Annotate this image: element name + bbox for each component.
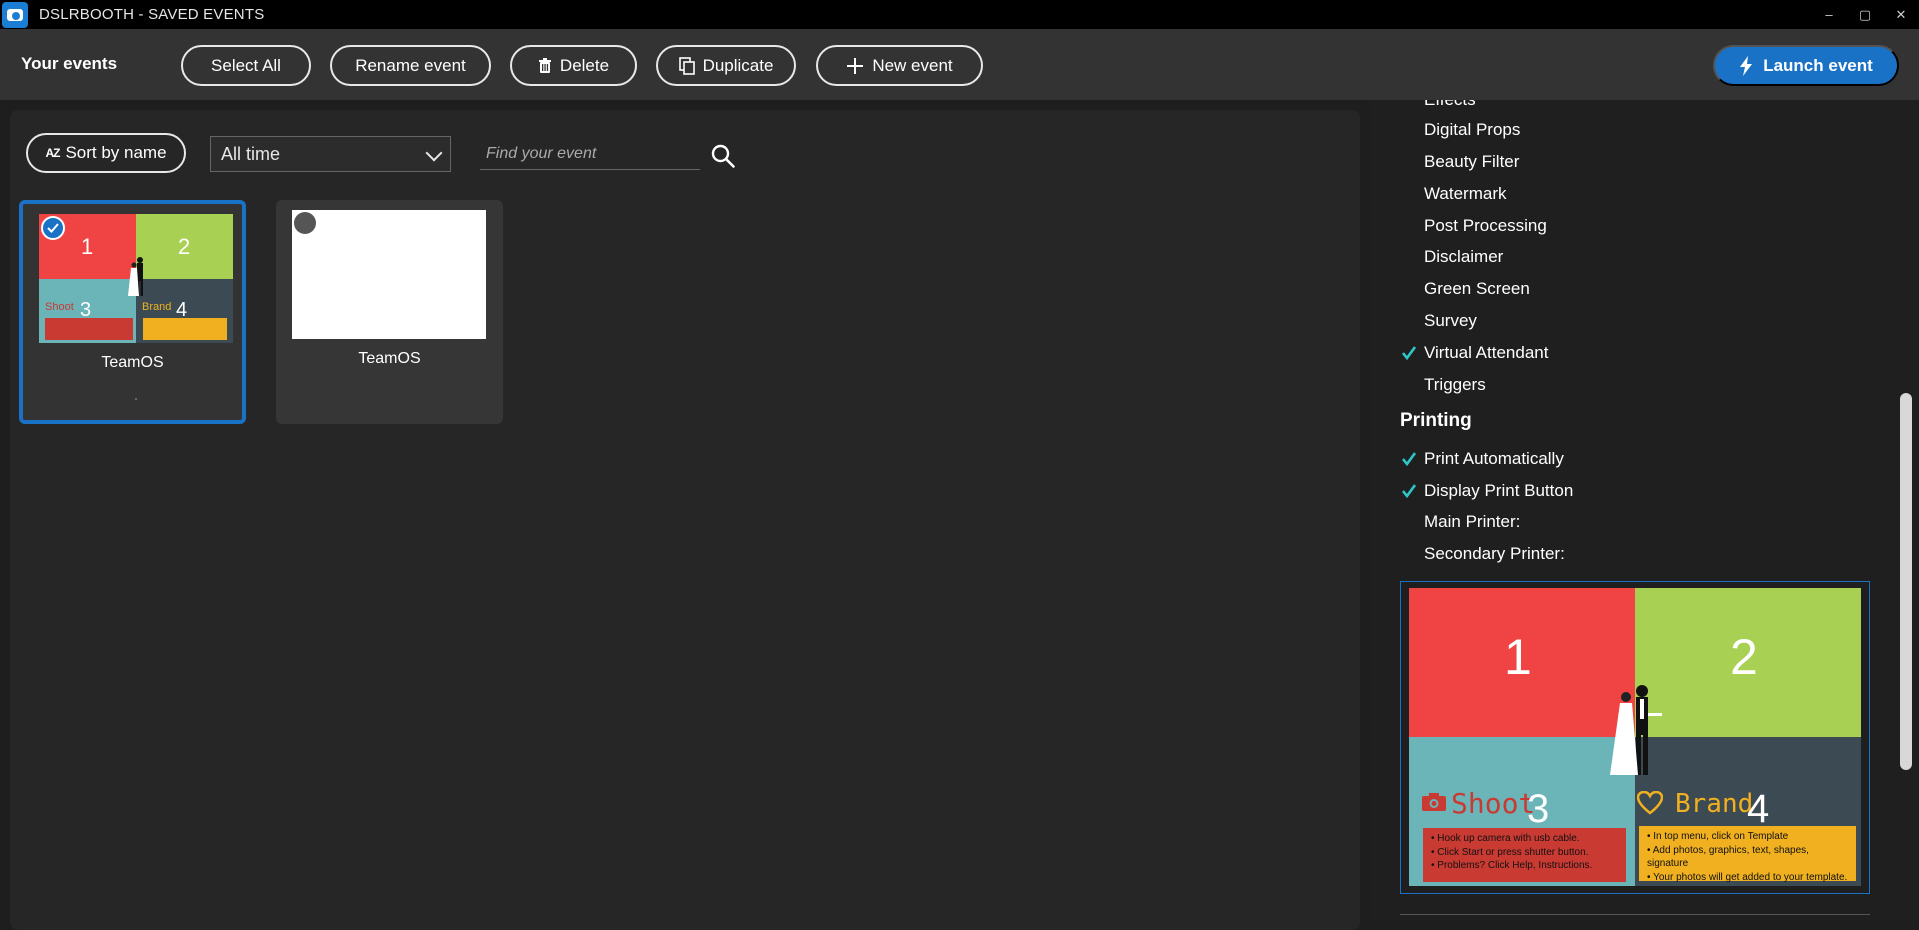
quadrant-number: 2 bbox=[1730, 629, 1758, 685]
selected-check-icon[interactable] bbox=[41, 216, 65, 240]
feature-effects: Effects bbox=[1424, 100, 1476, 110]
feature-triggers: Triggers bbox=[1424, 375, 1486, 394]
trash-icon bbox=[538, 57, 551, 73]
brand-label: Brand bbox=[1675, 789, 1754, 819]
maximize-button[interactable]: ▢ bbox=[1847, 0, 1883, 29]
card-divider-dot bbox=[135, 398, 137, 400]
sort-by-name-button[interactable]: AZ Sort by name bbox=[26, 133, 186, 173]
delete-button[interactable]: Delete bbox=[510, 45, 637, 86]
time-filter-dropdown[interactable]: All time bbox=[210, 136, 451, 172]
quadrant-number: 1 bbox=[81, 234, 94, 259]
feature-post-processing: Post Processing bbox=[1424, 216, 1547, 235]
printing-display-print-button: Display Print Button bbox=[1424, 481, 1574, 500]
duplicate-button[interactable]: Duplicate bbox=[656, 45, 796, 86]
feature-watermark: Watermark bbox=[1424, 184, 1507, 203]
duplicate-icon bbox=[678, 56, 695, 75]
quadrant-number: 3 bbox=[1527, 787, 1550, 831]
window-controls: – ▢ ✕ bbox=[1811, 0, 1919, 29]
brand-info-box bbox=[143, 318, 227, 340]
quadrant-number: 2 bbox=[178, 234, 191, 259]
new-event-label: New event bbox=[872, 55, 953, 75]
quadrant-number: 1 bbox=[1504, 629, 1532, 685]
unselected-radio-icon[interactable] bbox=[294, 212, 316, 234]
shoot-info-box: • Hook up camera with usb cable. • Click… bbox=[1423, 828, 1626, 882]
brand-info-line: • Your photos will get added to your tem… bbox=[1647, 871, 1848, 883]
section-title: Your events bbox=[21, 54, 118, 73]
event-thumbnail-blank bbox=[292, 210, 486, 339]
feature-survey: Survey bbox=[1424, 311, 1477, 330]
events-panel: AZ Sort by name All time 1 2 3 Shoot 4 B… bbox=[10, 110, 1360, 930]
event-thumbnail: 1 2 3 Shoot 4 Brand bbox=[39, 214, 233, 343]
couple-figure-icon bbox=[128, 257, 143, 296]
time-filter-value: All time bbox=[221, 143, 281, 164]
feature-digital-props: Digital Props bbox=[1424, 120, 1521, 139]
printing-print-automatically: Print Automatically bbox=[1424, 449, 1564, 468]
template-preview-small: 1 2 3 Shoot 4 Brand bbox=[39, 214, 233, 343]
shoot-info-box bbox=[45, 318, 133, 340]
duplicate-label: Duplicate bbox=[702, 55, 774, 75]
event-card[interactable]: TeamOS bbox=[276, 200, 503, 424]
event-settings-panel: Effects Digital Props Beauty Filter Wate… bbox=[1370, 100, 1919, 921]
settings-scrollbar[interactable] bbox=[1900, 393, 1912, 770]
event-name: TeamOS bbox=[101, 354, 164, 371]
checkmark-icon bbox=[1402, 346, 1416, 360]
shoot-info-line: • Hook up camera with usb cable. bbox=[1431, 833, 1580, 844]
maximize-icon: ▢ bbox=[1858, 6, 1872, 22]
brand-label: Brand bbox=[142, 300, 172, 313]
feature-green-screen: Green Screen bbox=[1424, 279, 1530, 298]
printing-secondary-printer: Secondary Printer: bbox=[1424, 544, 1565, 563]
feature-disclaimer: Disclaimer bbox=[1424, 247, 1504, 266]
chevron-down-icon bbox=[425, 144, 443, 162]
minimize-button[interactable]: – bbox=[1811, 0, 1847, 29]
brand-info-box: • In top menu, click on Template • Add p… bbox=[1639, 826, 1856, 883]
shoot-info-line: • Problems? Click Help, Instructions. bbox=[1431, 860, 1593, 871]
checkmark-icon bbox=[1402, 452, 1416, 466]
shoot-info-line: • Click Start or press shutter button. bbox=[1431, 846, 1589, 858]
launch-event-label: Launch event bbox=[1763, 55, 1873, 75]
new-event-button[interactable]: New event bbox=[816, 45, 983, 86]
delete-label: Delete bbox=[559, 55, 610, 75]
template-quadrant-2: 2 bbox=[1635, 588, 1861, 737]
minimize-icon: – bbox=[1825, 7, 1833, 22]
template-quadrant-1: 1 bbox=[1409, 588, 1635, 737]
select-all-button[interactable]: Select All bbox=[181, 45, 311, 86]
camera-app-icon bbox=[2, 1, 28, 28]
close-icon: ✕ bbox=[1895, 6, 1907, 22]
rename-event-label: Rename event bbox=[355, 55, 466, 75]
template-quadrant-2: 2 bbox=[136, 214, 233, 279]
feature-beauty-filter: Beauty Filter bbox=[1424, 152, 1520, 171]
brand-info-line: • In top menu, click on Template bbox=[1647, 831, 1789, 842]
plus-icon bbox=[847, 57, 864, 74]
launch-event-button[interactable]: Launch event bbox=[1713, 45, 1899, 86]
template-preview-canvas: 1 2 Shoot 3 Brand 4 • Hook up camera wit… bbox=[1409, 588, 1861, 886]
template-preview: 1 2 Shoot 3 Brand 4 • Hook up camera wit… bbox=[1400, 581, 1870, 894]
shoot-label: Shoot bbox=[1451, 787, 1536, 820]
rename-event-button[interactable]: Rename event bbox=[330, 45, 491, 86]
title-bar: DSLRBOOTH - SAVED EVENTS – ▢ ✕ bbox=[0, 0, 1919, 29]
sort-az-icon: AZ bbox=[45, 146, 60, 160]
panel-divider bbox=[1400, 914, 1870, 915]
brand-info-line: • Add photos, graphics, text, shapes, si… bbox=[1647, 844, 1809, 870]
close-button[interactable]: ✕ bbox=[1883, 0, 1919, 29]
window-title: DSLRBOOTH - SAVED EVENTS bbox=[39, 6, 265, 23]
printing-section-title: Printing bbox=[1400, 410, 1472, 431]
shoot-label: Shoot bbox=[45, 300, 74, 313]
toolbar: Your events Select All Rename event Dele… bbox=[0, 29, 1919, 100]
lightning-icon bbox=[1740, 55, 1753, 76]
search-input[interactable] bbox=[480, 138, 700, 170]
select-all-label: Select All bbox=[211, 55, 281, 75]
checkmark-icon bbox=[1402, 484, 1416, 498]
camera-icon bbox=[1422, 793, 1446, 811]
event-name: TeamOS bbox=[358, 350, 421, 367]
sort-label: Sort by name bbox=[65, 143, 167, 162]
couple-figure-icon bbox=[1610, 685, 1662, 775]
heart-icon bbox=[1637, 791, 1663, 815]
printing-main-printer: Main Printer: bbox=[1424, 512, 1521, 531]
event-card[interactable]: 1 2 3 Shoot 4 Brand TeamOS bbox=[19, 200, 246, 424]
feature-virtual-attendant: Virtual Attendant bbox=[1424, 343, 1549, 362]
search-icon[interactable] bbox=[710, 143, 736, 169]
